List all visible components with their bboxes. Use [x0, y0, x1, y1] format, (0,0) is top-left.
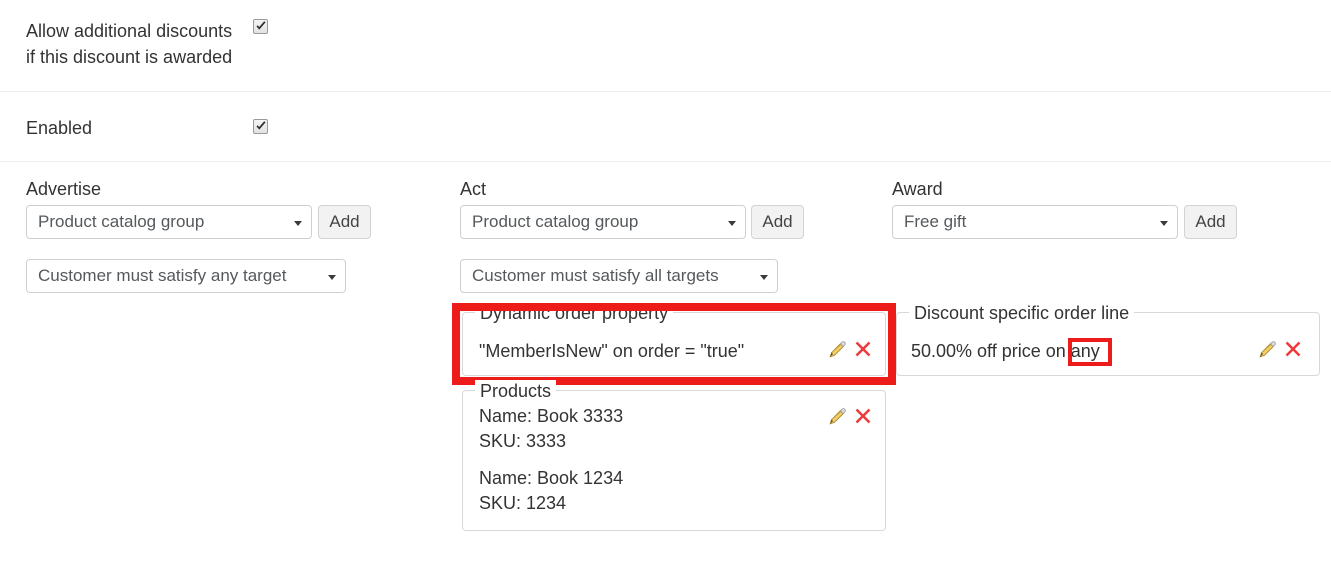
act-type-select[interactable]: Product catalog group	[460, 205, 746, 239]
delete-product-x-icon[interactable]	[853, 406, 873, 426]
allow-additional-discounts-checkbox[interactable]	[253, 19, 268, 34]
products-fieldset: Products Name: Book 3333 SKU: 3333 Name:…	[462, 380, 886, 531]
act-type-select-value: Product catalog group	[472, 212, 639, 231]
discount-specific-order-line-fieldset: Discount specific order line 50.00% off …	[896, 302, 1320, 376]
advertise-type-select[interactable]: Product catalog group	[26, 205, 312, 239]
award-add-button[interactable]: Add	[1184, 205, 1237, 239]
dynamic-order-property-text: "MemberIsNew" on order = "true"	[479, 341, 745, 361]
advertise-add-button[interactable]: Add	[318, 205, 371, 239]
discount-specific-order-line-text: 50.00% off price on any	[911, 339, 1100, 364]
act-target-select-value: Customer must satisfy all targets	[472, 266, 719, 285]
divider-1	[0, 91, 1331, 92]
product-item-sku: SKU: 3333	[479, 431, 567, 451]
delete-discount-specific-order-line-x-icon[interactable]	[1283, 339, 1303, 359]
discount-highlighted-term: any	[1070, 341, 1100, 361]
products-legend: Products	[475, 380, 557, 402]
advertise-target-select-value: Customer must satisfy any target	[38, 266, 287, 285]
act-add-button[interactable]: Add	[751, 205, 804, 239]
chevron-down-icon	[294, 221, 302, 226]
chevron-down-icon	[760, 275, 768, 280]
dynamic-order-property-legend: Dynamic order property	[475, 302, 674, 324]
product-item-name: Name: Book 3333	[479, 406, 624, 426]
chevron-down-icon	[728, 221, 736, 226]
delete-dynamic-order-property-x-icon[interactable]	[853, 339, 873, 359]
edit-product-pencil-icon[interactable]	[827, 407, 847, 427]
chevron-down-icon	[328, 275, 336, 280]
edit-dynamic-order-property-pencil-icon[interactable]	[827, 340, 847, 360]
edit-discount-specific-order-line-pencil-icon[interactable]	[1257, 340, 1277, 360]
product-item-name: Name: Book 1234	[479, 468, 624, 488]
discount-text-prefix: 50.00% off price on	[911, 341, 1071, 361]
advertise-column-title: Advertise	[26, 179, 102, 199]
award-column-title: Award	[892, 179, 943, 199]
act-column-title: Act	[460, 179, 487, 199]
award-type-select[interactable]: Free gift	[892, 205, 1178, 239]
product-item-sku: SKU: 1234	[479, 493, 567, 513]
checkmark-icon	[256, 121, 266, 130]
act-target-select[interactable]: Customer must satisfy all targets	[460, 259, 778, 293]
chevron-down-icon	[1160, 221, 1168, 226]
enabled-checkbox[interactable]	[253, 119, 268, 134]
allow-additional-discounts-label: Allow additional discounts if this disco…	[26, 21, 233, 67]
enabled-label: Enabled	[26, 118, 93, 138]
discount-specific-order-line-legend: Discount specific order line	[909, 302, 1135, 324]
advertise-type-select-value: Product catalog group	[38, 212, 205, 231]
divider-2	[0, 161, 1331, 162]
checkmark-icon	[256, 21, 266, 30]
advertise-target-select[interactable]: Customer must satisfy any target	[26, 259, 346, 293]
dynamic-order-property-fieldset: Dynamic order property "MemberIsNew" on …	[462, 302, 886, 376]
award-type-select-value: Free gift	[904, 212, 967, 231]
